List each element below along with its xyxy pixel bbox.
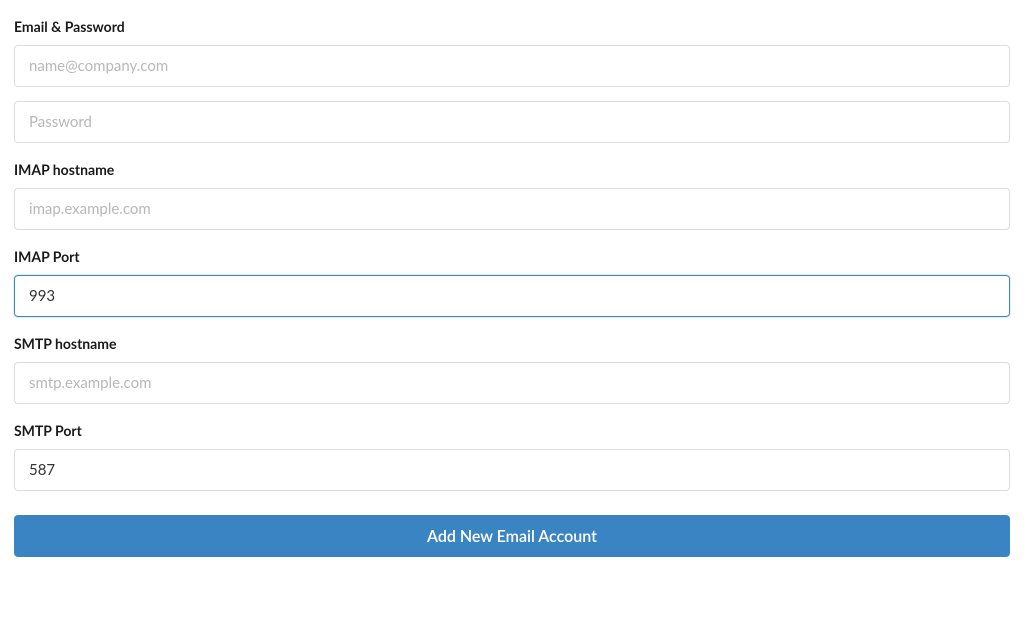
smtp-hostname-field[interactable] — [14, 362, 1010, 404]
imap-port-label: IMAP Port — [14, 248, 1010, 265]
email-password-label: Email & Password — [14, 18, 1010, 35]
imap-hostname-group: IMAP hostname — [14, 161, 1010, 230]
password-field[interactable] — [14, 101, 1010, 143]
smtp-port-label: SMTP Port — [14, 422, 1010, 439]
smtp-hostname-label: SMTP hostname — [14, 335, 1010, 352]
imap-port-field[interactable] — [14, 275, 1010, 317]
smtp-port-group: SMTP Port — [14, 422, 1010, 491]
imap-port-group: IMAP Port — [14, 248, 1010, 317]
add-email-account-button[interactable]: Add New Email Account — [14, 515, 1010, 557]
smtp-hostname-group: SMTP hostname — [14, 335, 1010, 404]
email-password-group: Email & Password — [14, 18, 1010, 143]
imap-hostname-label: IMAP hostname — [14, 161, 1010, 178]
smtp-port-field[interactable] — [14, 449, 1010, 491]
email-field[interactable] — [14, 45, 1010, 87]
imap-hostname-field[interactable] — [14, 188, 1010, 230]
